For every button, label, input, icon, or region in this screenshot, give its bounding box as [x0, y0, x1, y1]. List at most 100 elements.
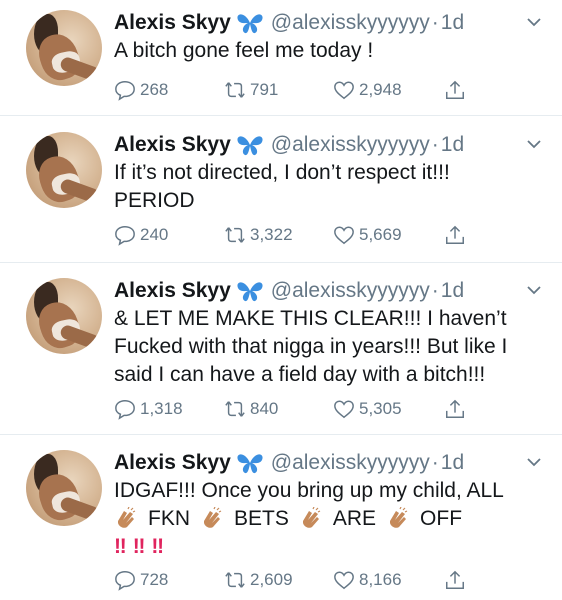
author-handle[interactable]: @alexisskyyyyyy: [271, 133, 430, 157]
tweet-header: Alexis Skyy @alexisskyyyyyy · 1d: [114, 276, 464, 306]
reply-icon: [115, 226, 135, 246]
like-button[interactable]: 8,166: [333, 569, 402, 591]
retweet-icon: [225, 401, 245, 417]
tweet[interactable]: Alexis Skyy @alexisskyyyyyy · 1d & LET M…: [0, 268, 562, 434]
share-button[interactable]: [444, 79, 470, 101]
author-handle[interactable]: @alexisskyyyyyy: [271, 451, 430, 475]
tweet-line-exclaims: ‼ ‼ ‼: [114, 533, 544, 561]
reply-button[interactable]: 268: [114, 79, 168, 101]
author-name[interactable]: Alexis Skyy: [114, 133, 231, 157]
tweet-actions: 268 791 2,948: [114, 77, 474, 103]
avatar[interactable]: [26, 278, 102, 354]
like-button[interactable]: 2,948: [333, 79, 402, 101]
like-icon: [334, 81, 354, 100]
timestamp[interactable]: 1d: [441, 133, 464, 157]
reply-count: 240: [140, 225, 169, 244]
avatar[interactable]: [26, 450, 102, 526]
tweet-line: said I can have a field day with a bitch…: [114, 363, 486, 386]
timestamp[interactable]: 1d: [441, 279, 464, 303]
double-exclamation-icon: ‼: [132, 535, 146, 558]
tweet-actions: 1,318 840 5,305: [114, 396, 474, 422]
share-button[interactable]: [444, 398, 470, 420]
separator-dot: ·: [431, 279, 439, 302]
share-button[interactable]: [444, 224, 470, 246]
separator-dot: ·: [431, 451, 439, 474]
divider: [0, 262, 562, 263]
clap-word: FKN: [148, 507, 190, 530]
tweet-header: Alexis Skyy @alexisskyyyyyy · 1d: [114, 130, 464, 160]
reply-count: 728: [140, 570, 169, 589]
reply-count: 268: [140, 80, 169, 99]
retweet-button[interactable]: 840: [224, 398, 278, 420]
share-icon: [446, 80, 464, 99]
timestamp[interactable]: 1d: [441, 11, 464, 35]
like-icon: [334, 571, 354, 590]
tweet-line-claps: FKN BETS ARE OFF: [114, 505, 544, 533]
avatar[interactable]: [26, 10, 102, 86]
reply-button[interactable]: 240: [114, 224, 168, 246]
verified-butterfly-icon: [237, 454, 263, 474]
tweet[interactable]: Alexis Skyy @alexisskyyyyyy · 1d IDGAF!!…: [0, 440, 562, 600]
like-button[interactable]: 5,669: [333, 224, 402, 246]
author-name[interactable]: Alexis Skyy: [114, 279, 231, 303]
share-icon: [446, 225, 464, 244]
avatar[interactable]: [26, 132, 102, 208]
reply-count: 1,318: [140, 399, 183, 418]
tweet[interactable]: Alexis Skyy @alexisskyyyyyy · 1d A bitch…: [0, 0, 562, 115]
clapping-hands-icon: [390, 507, 408, 528]
clap-word: ARE: [332, 507, 377, 530]
retweet-count: 3,322: [250, 225, 293, 244]
reply-button[interactable]: 1,318: [114, 398, 183, 420]
double-exclamation-icon: ‼: [151, 535, 165, 558]
tweet-line: PERIOD: [114, 189, 195, 212]
reply-icon: [115, 400, 135, 420]
double-exclamation-icon: ‼: [114, 535, 127, 558]
tweet-actions: 240 3,322 5,669: [114, 222, 474, 248]
divider: [0, 115, 562, 116]
tweet-text: A bitch gone feel me today !: [114, 37, 544, 65]
retweet-icon: [225, 572, 245, 588]
chevron-down-icon[interactable]: [526, 454, 542, 470]
retweet-icon: [225, 82, 245, 98]
clapping-hands-icon: [204, 507, 222, 528]
share-icon: [446, 399, 464, 418]
clapping-hands-icon: [118, 507, 136, 528]
author-handle[interactable]: @alexisskyyyyyy: [271, 11, 430, 35]
retweet-button[interactable]: 3,322: [224, 224, 293, 246]
retweet-button[interactable]: 791: [224, 79, 278, 101]
chevron-down-icon[interactable]: [526, 136, 542, 152]
timestamp[interactable]: 1d: [441, 451, 464, 475]
chevron-down-icon[interactable]: [526, 14, 542, 30]
tweet-actions: 728 2,609 8,166: [114, 567, 474, 593]
tweet-line: If it’s not directed, I don’t respect it…: [114, 161, 450, 184]
tweet-text: If it’s not directed, I don’t respect it…: [114, 159, 544, 215]
like-icon: [334, 226, 354, 245]
separator-dot: ·: [431, 11, 439, 34]
timeline: Alexis Skyy @alexisskyyyyyy · 1d A bitch…: [0, 0, 562, 600]
clap-word: BETS: [234, 507, 289, 530]
tweet-text: & LET ME MAKE THIS CLEAR!!! I haven’t Fu…: [114, 305, 544, 389]
reply-button[interactable]: 728: [114, 569, 168, 591]
clap-word: OFF: [420, 507, 463, 530]
author-name[interactable]: Alexis Skyy: [114, 451, 231, 475]
tweet[interactable]: Alexis Skyy @alexisskyyyyyy · 1d If it’s…: [0, 122, 562, 262]
tweet-header: Alexis Skyy @alexisskyyyyyy · 1d: [114, 8, 464, 38]
retweet-icon: [225, 227, 245, 243]
verified-butterfly-icon: [237, 282, 263, 302]
share-button[interactable]: [444, 569, 470, 591]
separator-dot: ·: [431, 133, 439, 156]
tweet-text: IDGAF!!! Once you bring up my child, ALL…: [114, 477, 544, 561]
clapping-hands-icon: [302, 507, 321, 528]
chevron-down-icon[interactable]: [526, 282, 542, 298]
tweet-line: IDGAF!!! Once you bring up my child, ALL: [114, 479, 504, 502]
author-name[interactable]: Alexis Skyy: [114, 11, 231, 35]
like-count: 5,305: [359, 399, 402, 418]
share-icon: [446, 570, 464, 589]
divider: [0, 434, 562, 435]
tweet-line: Fucked with that nigga in years!!! But l…: [114, 335, 508, 358]
like-count: 8,166: [359, 570, 402, 589]
retweet-button[interactable]: 2,609: [224, 569, 293, 591]
author-handle[interactable]: @alexisskyyyyyy: [271, 279, 430, 303]
retweet-count: 840: [250, 399, 279, 418]
like-button[interactable]: 5,305: [333, 398, 402, 420]
